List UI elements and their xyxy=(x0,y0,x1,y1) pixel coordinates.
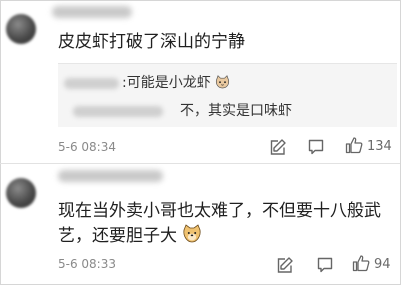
avatar[interactable] xyxy=(6,14,36,44)
username-blurred[interactable] xyxy=(58,170,163,182)
username-blurred[interactable] xyxy=(52,6,132,18)
comment-timestamp: 5-6 08:34 xyxy=(58,140,116,154)
cat-emoji-icon xyxy=(216,75,230,89)
comment-text-line-1: 现在当外卖小哥也太难了，不但要十八般武 xyxy=(58,201,381,221)
comment-icon[interactable] xyxy=(307,138,325,156)
divider xyxy=(0,163,400,164)
comment-icon[interactable] xyxy=(316,256,334,274)
share-icon[interactable] xyxy=(276,256,294,274)
like-count: 134 xyxy=(367,139,392,154)
comment-timestamp: 5-6 08:33 xyxy=(58,257,116,271)
dog-emoji-icon xyxy=(183,224,201,243)
reply-box[interactable]: :可能是小龙虾 不，其实是口味虾 xyxy=(58,63,397,127)
reply-author-blurred[interactable] xyxy=(64,78,119,89)
share-icon[interactable] xyxy=(269,138,287,156)
reply-line-1: :可能是小龙虾 xyxy=(122,72,230,92)
reply-author-blurred[interactable] xyxy=(73,106,163,117)
avatar[interactable] xyxy=(6,178,36,208)
like-icon[interactable] xyxy=(352,254,370,272)
comment-text-line-2: 艺，还要胆子大 xyxy=(58,224,202,248)
comment-text: 皮皮虾打破了深山的宁静 xyxy=(58,32,245,52)
reply-line-2: 不，其实是口味虾 xyxy=(180,103,292,119)
like-icon[interactable] xyxy=(345,136,363,154)
comment-text-line-2-content: 艺，还要胆子大 xyxy=(58,226,177,246)
like-count: 94 xyxy=(374,257,391,272)
reply-text: 可能是小龙虾 xyxy=(126,75,211,91)
